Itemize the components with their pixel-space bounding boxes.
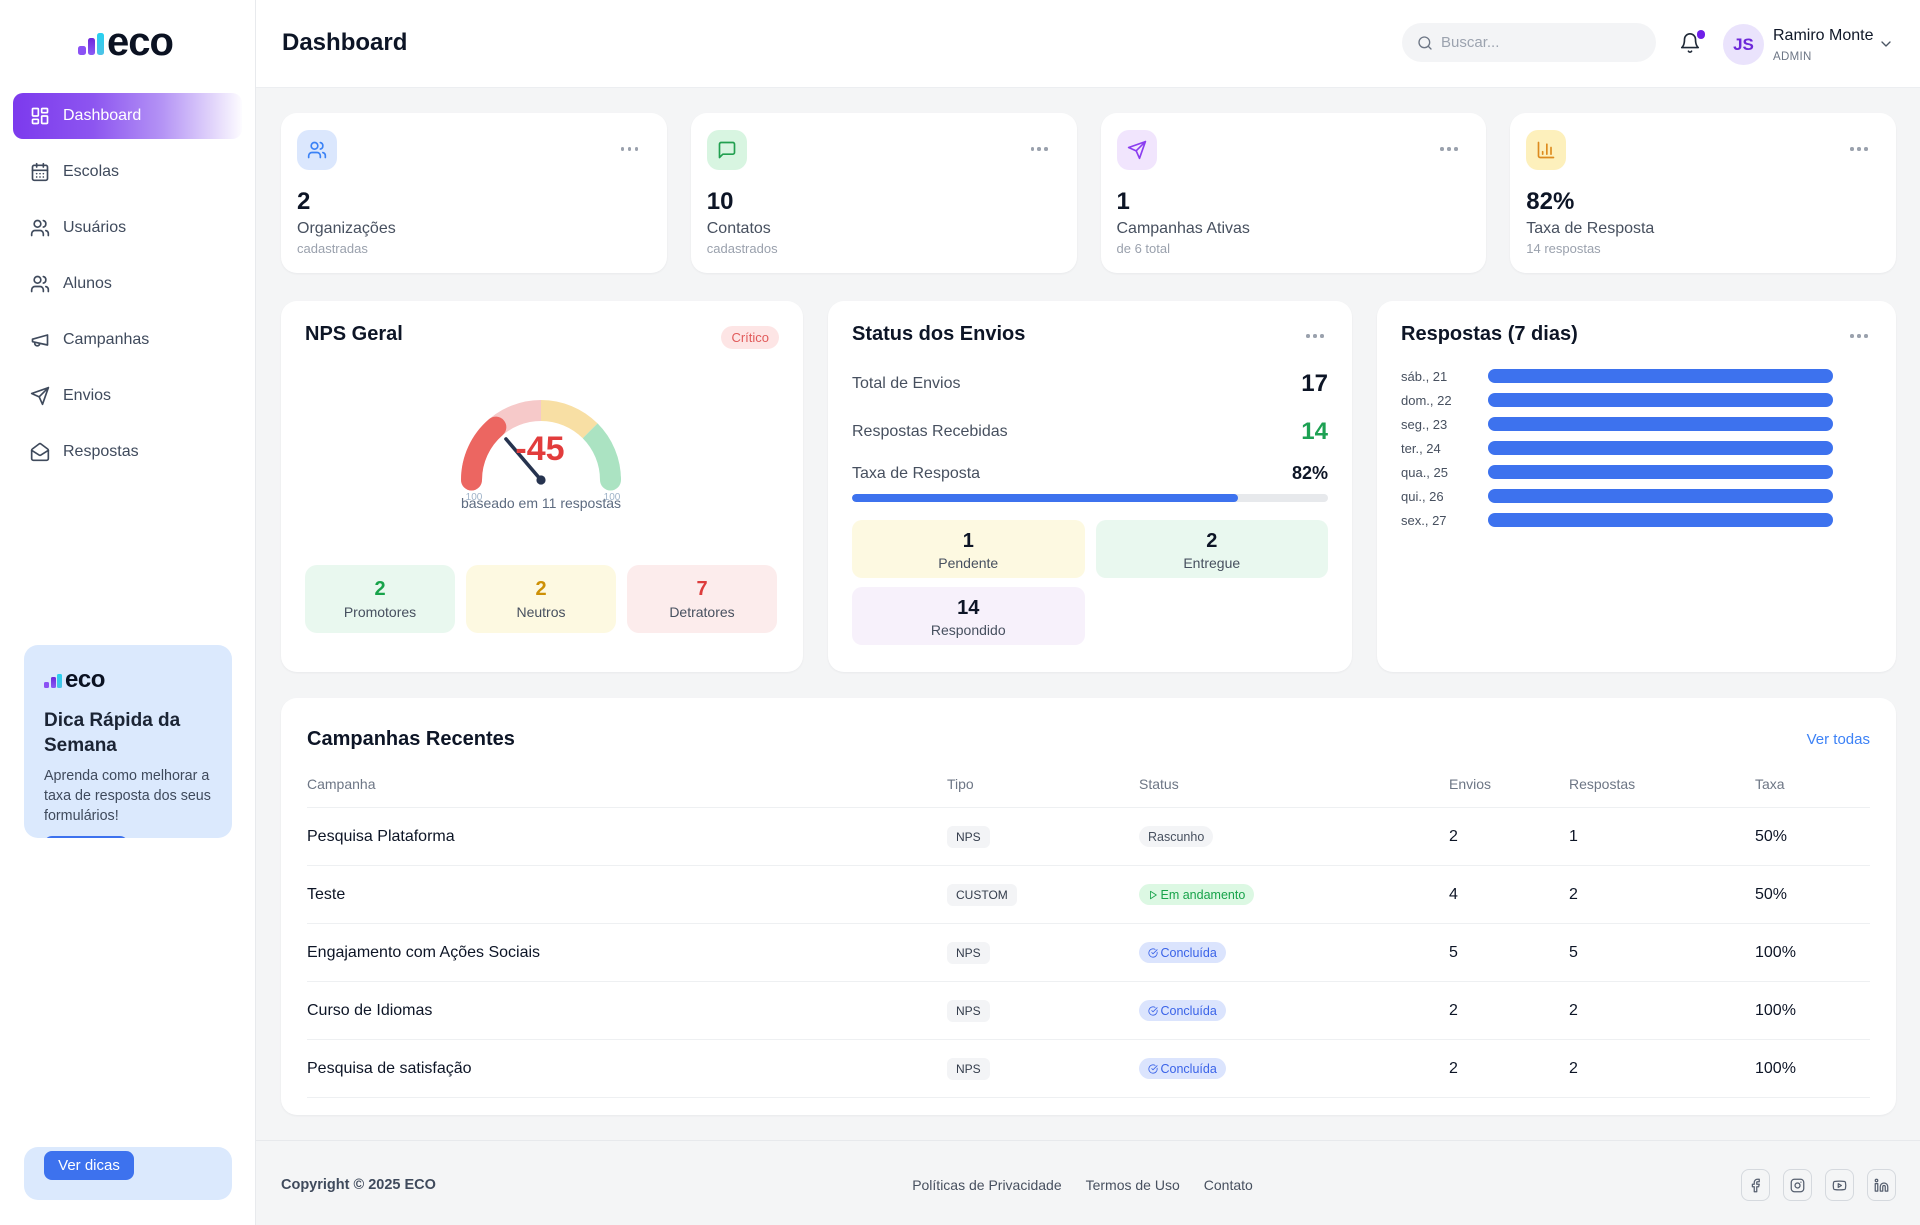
svg-text:-45: -45	[515, 430, 564, 468]
svg-text:baseado em 11 respostas: baseado em 11 respostas	[461, 495, 621, 511]
